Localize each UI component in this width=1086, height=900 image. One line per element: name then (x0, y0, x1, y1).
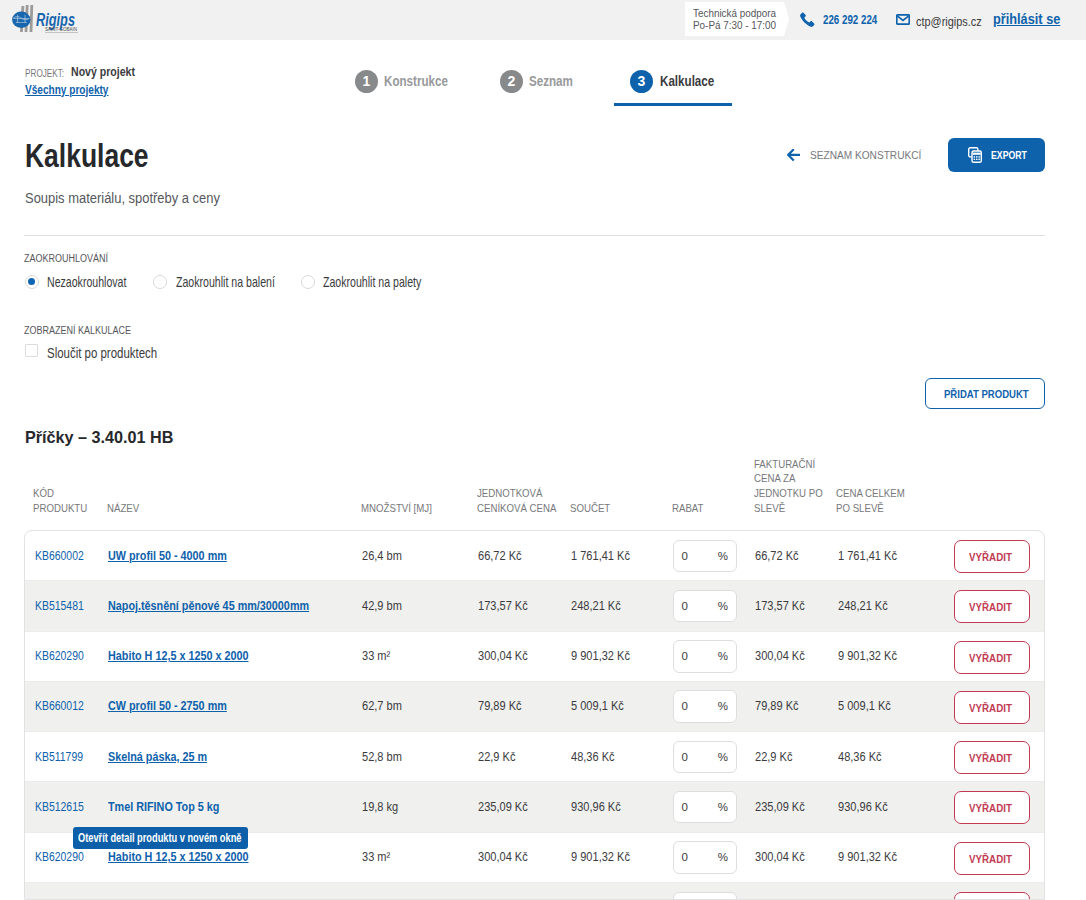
svg-text:SAINT-GOBAIN: SAINT-GOBAIN (45, 26, 77, 32)
